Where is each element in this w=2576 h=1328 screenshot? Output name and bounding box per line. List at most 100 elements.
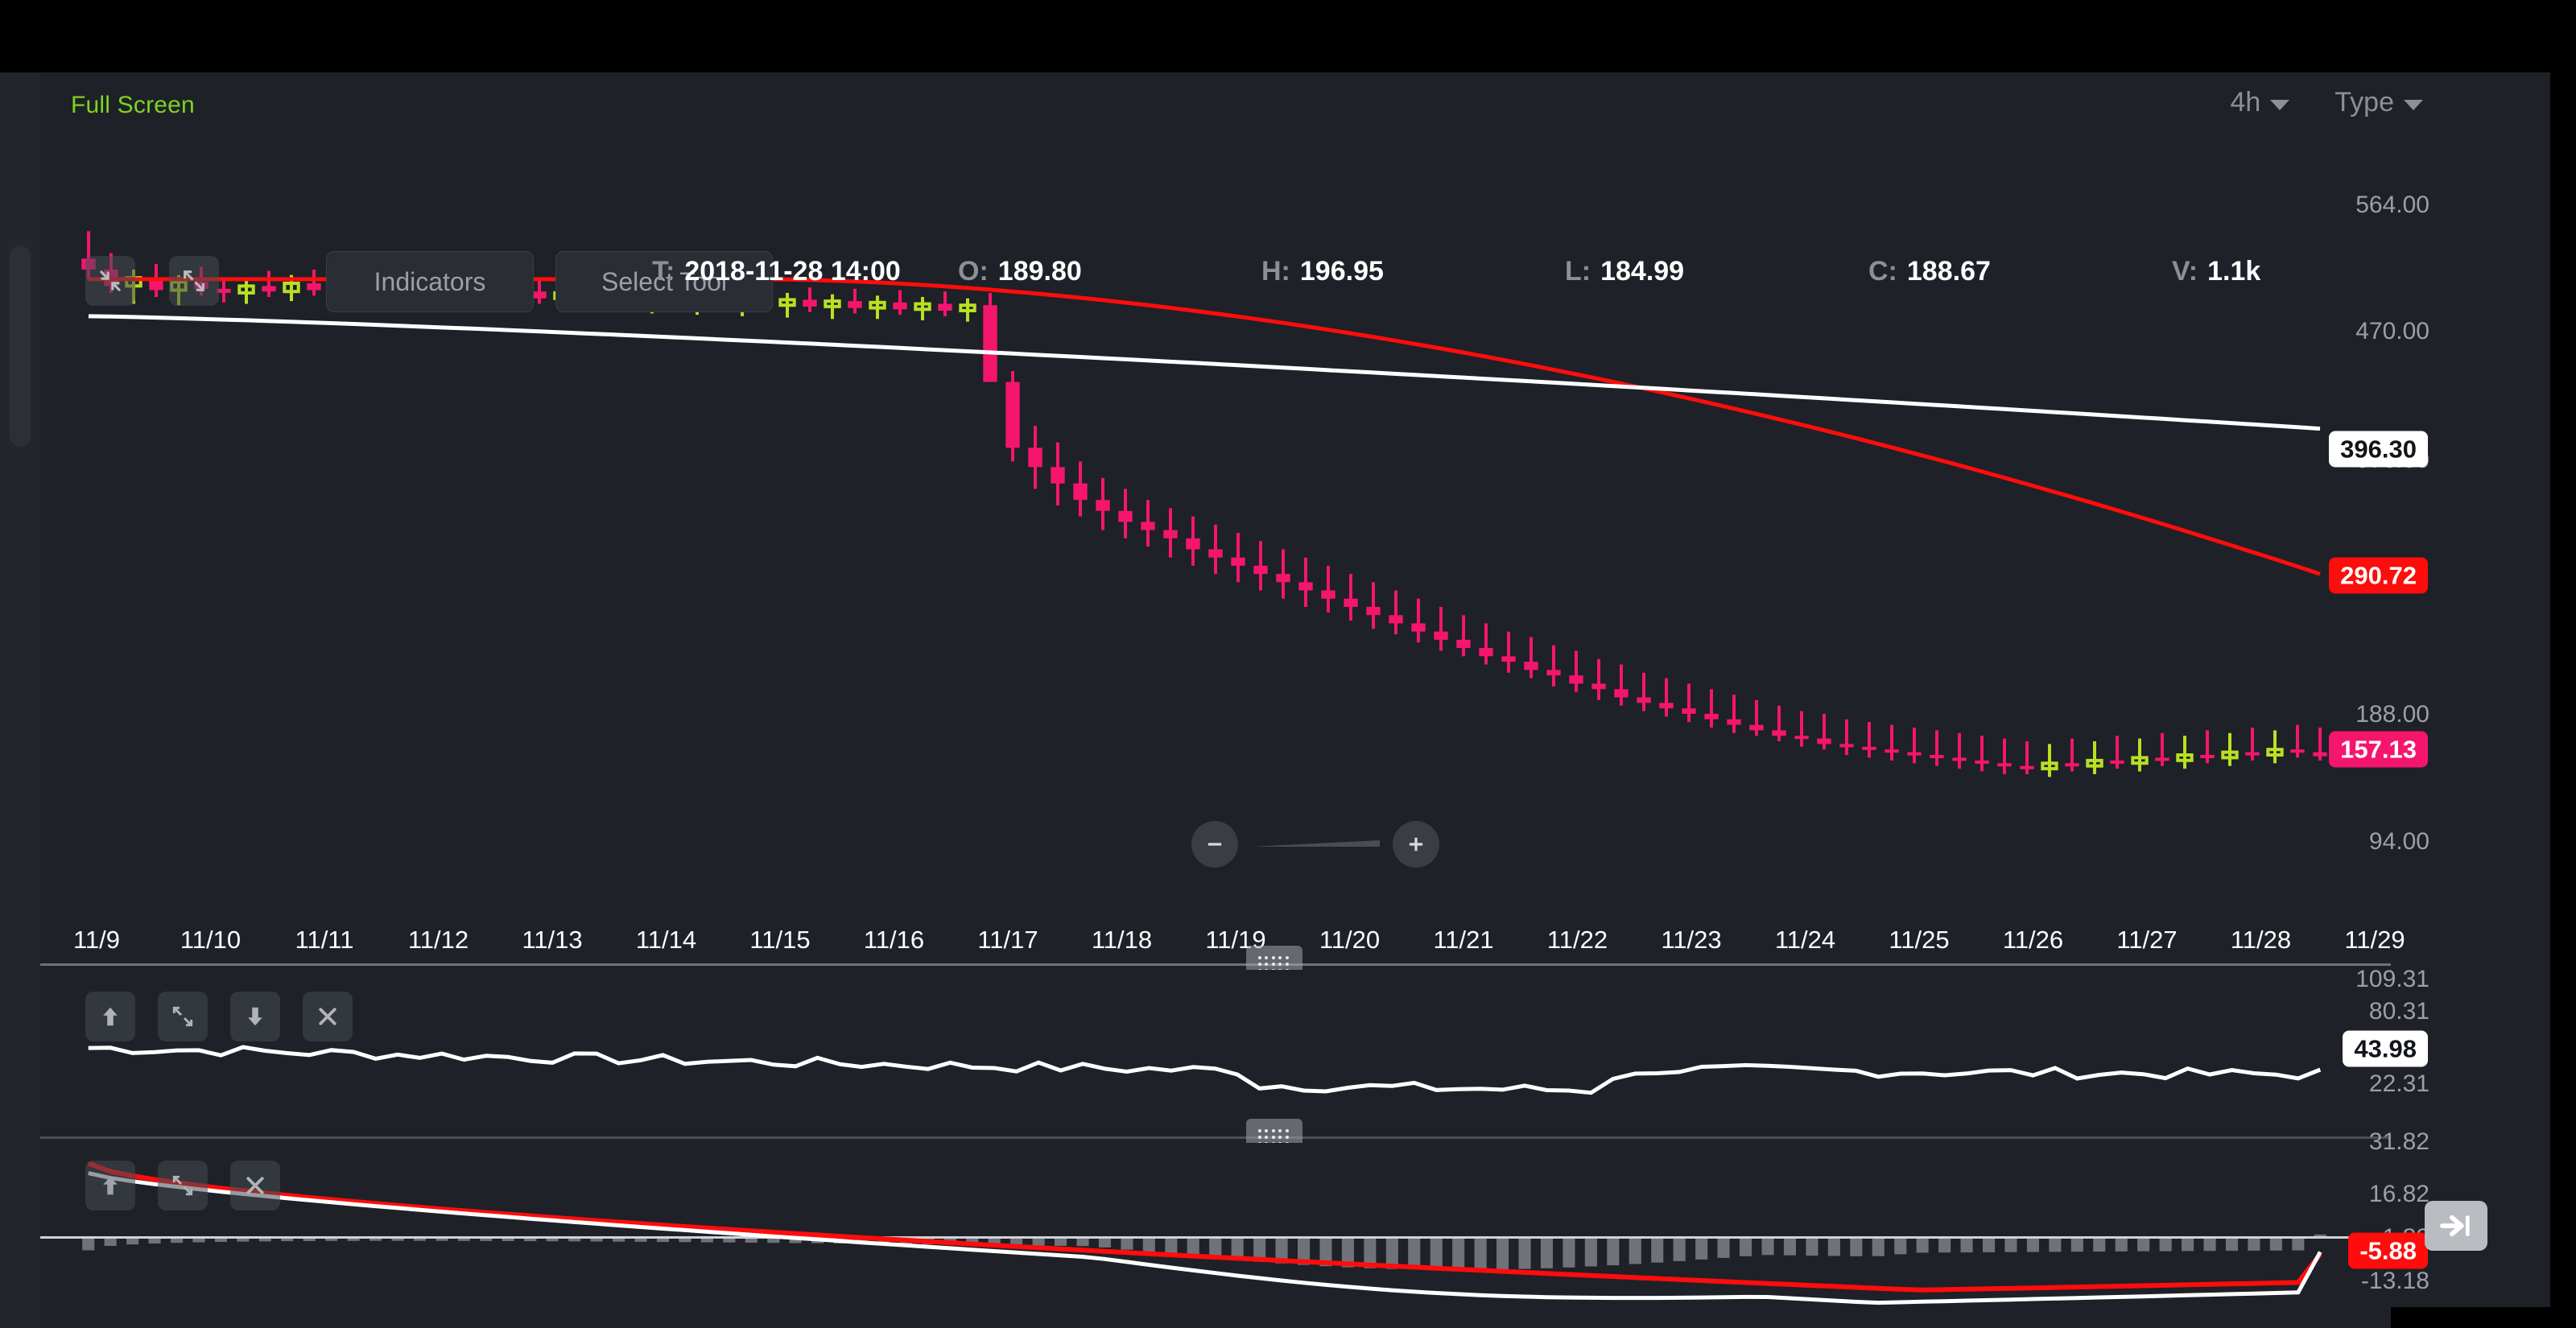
arrow-to-end-icon xyxy=(2438,1212,2474,1239)
chart-type-label: Type xyxy=(2334,87,2394,118)
zoom-in-button[interactable] xyxy=(1393,821,1439,868)
rsi-expand-button[interactable] xyxy=(158,992,208,1041)
rsi-close-button[interactable] xyxy=(303,992,353,1041)
rsi-axis-tick: 22.31 xyxy=(2285,1070,2429,1098)
zoom-slider-track[interactable] xyxy=(1251,836,1380,852)
move-up-icon xyxy=(98,1173,122,1198)
rsi-move-down-button[interactable] xyxy=(230,992,280,1041)
chart-type-selector[interactable]: Type xyxy=(2334,87,2423,118)
expand-icon xyxy=(170,1004,196,1029)
indicators-button[interactable]: Indicators xyxy=(326,251,534,312)
ma-slow-price-badge: 290.72 xyxy=(2329,558,2428,594)
rsi-value-badge: 43.98 xyxy=(2343,1031,2428,1067)
ma-fast-price-badge: 396.30 xyxy=(2329,431,2428,468)
rsi-move-up-button[interactable] xyxy=(85,992,135,1041)
ohlc-volume: V: 1.1k xyxy=(2172,256,2260,287)
expand-icon xyxy=(180,267,208,295)
rsi-panel[interactable] xyxy=(40,970,2391,1131)
price-axis-tick: 188.00 xyxy=(2285,701,2429,728)
expand-icon xyxy=(170,1173,196,1198)
time-axis-tick: 11/12 xyxy=(408,926,469,955)
ohlc-close-label: C: xyxy=(1868,256,1897,287)
ohlc-open: O: 189.80 xyxy=(958,256,1261,287)
shrink-icon xyxy=(97,267,124,295)
time-axis-tick: 11/17 xyxy=(977,926,1038,955)
move-down-icon xyxy=(243,1004,267,1029)
close-icon xyxy=(243,1173,267,1198)
ohlc-high: H: 196.95 xyxy=(1261,256,1565,287)
time-axis-tick: 11/16 xyxy=(864,926,924,955)
zoom-out-button[interactable] xyxy=(1191,821,1238,868)
price-axis-tick: 470.00 xyxy=(2285,318,2429,345)
page-scrollbar[interactable] xyxy=(0,72,40,1328)
price-axis-tick: 94.00 xyxy=(2285,828,2429,856)
time-axis-tick: 11/14 xyxy=(636,926,696,955)
ohlc-low-value: 184.99 xyxy=(1600,256,1684,287)
interval-label: 4h xyxy=(2230,87,2260,118)
ohlc-low-label: L: xyxy=(1565,256,1591,287)
time-axis-tick: 11/18 xyxy=(1092,926,1152,955)
price-panel[interactable] xyxy=(40,129,2391,926)
ohlc-legend: T: 2018-11-28 14:00 O: 189.80 H: 196.95 … xyxy=(652,256,2260,287)
ohlc-close-value: 188.67 xyxy=(1907,256,1991,287)
rsi-axis[interactable]: 109.31 80.31 22.31 43.98 xyxy=(2391,970,2550,1131)
ohlc-time-label: T: xyxy=(652,256,675,287)
expand-chart-button[interactable] xyxy=(169,256,219,306)
macd-axis-tick: -13.18 xyxy=(2285,1268,2429,1295)
time-axis-tick: 11/9 xyxy=(73,926,120,955)
macd-axis-tick: 16.82 xyxy=(2285,1181,2429,1208)
macd-expand-button[interactable] xyxy=(158,1161,208,1210)
move-up-icon xyxy=(98,1004,122,1029)
time-axis-tick: 11/10 xyxy=(180,926,241,955)
rsi-axis-tick: 109.31 xyxy=(2285,966,2429,993)
page-scrollbar-thumb[interactable] xyxy=(10,245,31,447)
macd-chart-canvas[interactable] xyxy=(40,1143,2391,1328)
ohlc-open-value: 189.80 xyxy=(998,256,1082,287)
plus-icon xyxy=(1405,833,1427,856)
header-controls: 4h Type xyxy=(2230,87,2423,118)
time-axis-tick: 11/26 xyxy=(2003,926,2063,955)
full-screen-button[interactable]: Full Screen xyxy=(71,92,195,119)
ohlc-close: C: 188.67 xyxy=(1868,256,2172,287)
time-axis-tick: 11/25 xyxy=(1889,926,1949,955)
minus-icon xyxy=(1203,833,1226,856)
time-axis-rule xyxy=(40,963,2391,966)
window-top-border xyxy=(0,0,2576,72)
macd-close-button[interactable] xyxy=(230,1161,280,1210)
time-axis-tick: 11/11 xyxy=(295,926,354,955)
macd-axis-tick: 31.82 xyxy=(2285,1128,2429,1156)
interval-selector[interactable]: 4h xyxy=(2230,87,2289,118)
go-to-latest-button[interactable] xyxy=(2425,1201,2487,1251)
last-price-badge: 157.13 xyxy=(2329,732,2428,768)
shrink-chart-button[interactable] xyxy=(85,256,135,306)
zoom-control[interactable] xyxy=(1191,821,1439,868)
rsi-chart-canvas[interactable] xyxy=(40,970,2391,1131)
time-axis-tick: 11/22 xyxy=(1547,926,1608,955)
ohlc-volume-value: 1.1k xyxy=(2207,256,2260,287)
window-right-border xyxy=(2550,0,2576,1328)
chevron-down-icon xyxy=(2404,100,2423,110)
price-axis-tick: 564.00 xyxy=(2285,192,2429,219)
ohlc-high-value: 196.95 xyxy=(1300,256,1384,287)
ohlc-high-label: H: xyxy=(1261,256,1290,287)
time-axis-tick: 11/27 xyxy=(2116,926,2177,955)
time-axis-tick: 11/20 xyxy=(1319,926,1380,955)
rsi-axis-tick: 80.31 xyxy=(2285,998,2429,1025)
macd-move-up-button[interactable] xyxy=(85,1161,135,1210)
time-axis-tick: 11/23 xyxy=(1661,926,1721,955)
time-axis-tick: 11/29 xyxy=(2344,926,2405,955)
macd-panel[interactable] xyxy=(40,1143,2391,1328)
macd-value-badge: -5.88 xyxy=(2348,1233,2428,1269)
price-axis[interactable]: 564.00 470.00 376.00 188.00 94.00 396.30… xyxy=(2391,129,2550,926)
time-axis-tick: 11/21 xyxy=(1433,926,1493,955)
ohlc-volume-label: V: xyxy=(2172,256,2198,287)
chevron-down-icon xyxy=(2270,100,2289,110)
ohlc-open-label: O: xyxy=(958,256,989,287)
time-axis-tick: 11/15 xyxy=(749,926,810,955)
time-axis-tick: 11/13 xyxy=(522,926,582,955)
chart-header: Full Screen 4h Type xyxy=(40,72,2550,129)
trading-chart-app: Full Screen 4h Type xyxy=(0,0,2576,1328)
ohlc-time: T: 2018-11-28 14:00 xyxy=(652,256,958,287)
price-chart-canvas[interactable] xyxy=(40,129,2391,926)
ohlc-low: L: 184.99 xyxy=(1565,256,1868,287)
